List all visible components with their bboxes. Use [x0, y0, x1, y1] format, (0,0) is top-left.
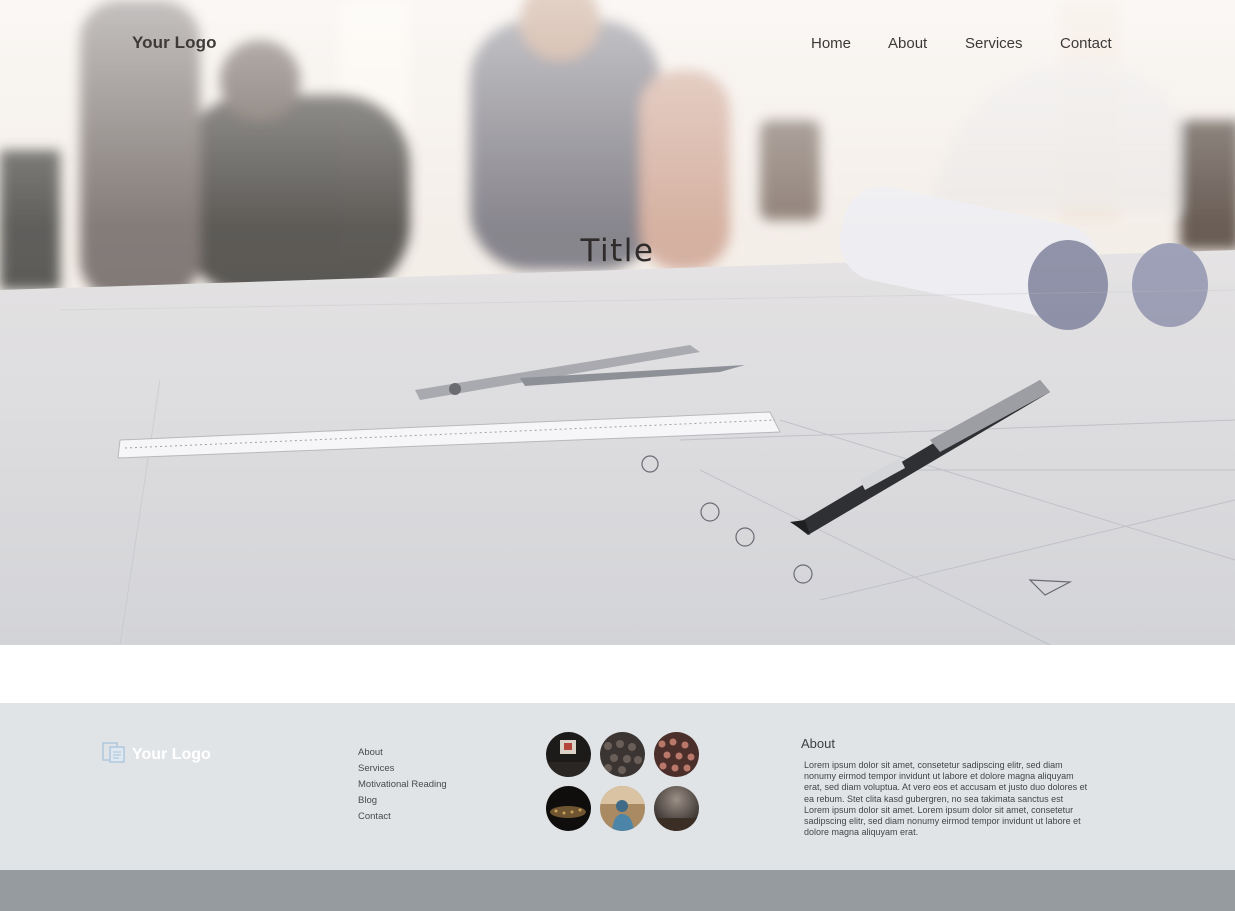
footer-about-text: Lorem ipsum dolor sit amet, consetetur s…: [804, 760, 1088, 838]
nav-about[interactable]: About: [888, 35, 927, 52]
hero-title: Title: [580, 233, 655, 269]
gallery-thumb-concert[interactable]: [546, 786, 591, 831]
gallery-thumb-hall[interactable]: [654, 786, 699, 831]
footer-link-blog[interactable]: Blog: [358, 793, 447, 809]
nav-services[interactable]: Services: [965, 35, 1023, 52]
footer-link-contact[interactable]: Contact: [358, 809, 447, 825]
nav-home[interactable]: Home: [811, 35, 851, 52]
footer-link-motivational-reading[interactable]: Motivational Reading: [358, 777, 447, 793]
footer-link-about[interactable]: About: [358, 745, 447, 761]
blueprint-icon: [102, 741, 126, 768]
hero-banner: Your Logo Home About Services Contact Ti…: [0, 0, 1235, 645]
hero-overlay: [0, 0, 1235, 645]
bottom-bar: [0, 870, 1235, 911]
footer-links: About Services Motivational Reading Blog…: [358, 745, 447, 825]
gallery-thumb-crowd[interactable]: [600, 732, 645, 777]
footer-logo-text: Your Logo: [132, 745, 211, 763]
footer-about-heading: About: [801, 736, 835, 751]
nav-contact[interactable]: Contact: [1060, 35, 1112, 52]
gallery-thumb-audience[interactable]: [654, 732, 699, 777]
gallery-thumb-speaker[interactable]: [600, 786, 645, 831]
footer: Your Logo About Services Motivational Re…: [0, 703, 1235, 870]
footer-gallery: [546, 732, 706, 832]
gallery-thumb-presentation[interactable]: [546, 732, 591, 777]
footer-logo[interactable]: Your Logo: [102, 741, 211, 768]
main-nav: Home About Services Contact: [0, 35, 1235, 55]
footer-link-services[interactable]: Services: [358, 761, 447, 777]
